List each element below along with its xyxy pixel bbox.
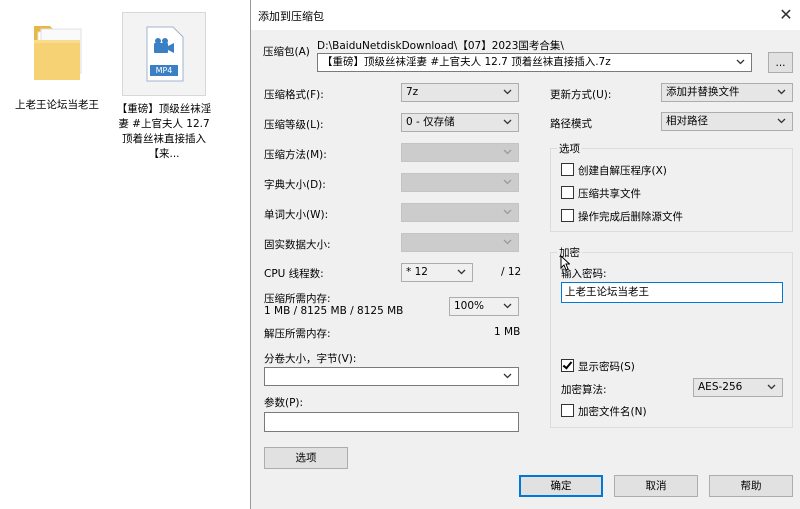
mem-comp-label: 压缩所需内存: bbox=[264, 293, 331, 305]
chevron-down-icon bbox=[503, 84, 515, 101]
show-password-checkbox[interactable]: 显示密码(S) bbox=[561, 359, 635, 374]
format-label: 压缩格式(F): bbox=[264, 89, 324, 101]
chevron-down-icon bbox=[457, 264, 469, 281]
shared-label: 压缩共享文件 bbox=[578, 188, 641, 200]
help-button[interactable]: 帮助 bbox=[709, 475, 793, 497]
method-select bbox=[401, 143, 519, 162]
format-select[interactable]: 7z bbox=[401, 83, 519, 102]
update-label: 更新方式(U): bbox=[550, 89, 612, 101]
chevron-down-icon bbox=[777, 84, 789, 101]
cpu-total: / 12 bbox=[501, 266, 522, 278]
ok-button[interactable]: 确定 bbox=[519, 475, 603, 497]
delete-label: 操作完成后删除源文件 bbox=[578, 211, 683, 223]
path-mode-label: 路径模式 bbox=[550, 118, 592, 130]
update-value: 添加并替换文件 bbox=[666, 86, 740, 98]
options-group-title: 选项 bbox=[557, 141, 582, 156]
mouse-cursor-icon bbox=[560, 254, 571, 274]
video-file-label: 【重磅】顶级丝袜淫妻 #上官夫人 12.7 顶着丝袜直接插入【来... bbox=[116, 103, 212, 160]
encrypt-method-label: 加密算法: bbox=[561, 384, 607, 396]
checkbox-icon bbox=[561, 186, 574, 199]
word-label: 单词大小(W): bbox=[264, 209, 329, 221]
cancel-button[interactable]: 取消 bbox=[614, 475, 698, 497]
checkbox-icon bbox=[561, 163, 574, 176]
dict-select bbox=[401, 173, 519, 192]
word-select bbox=[401, 203, 519, 222]
solid-label: 固实数据大小: bbox=[264, 239, 331, 251]
split-label: 分卷大小，字节(V): bbox=[264, 353, 357, 365]
cpu-value: * 12 bbox=[406, 266, 428, 278]
level-value: 0 - 仅存储 bbox=[406, 116, 455, 128]
delete-checkbox[interactable]: 操作完成后删除源文件 bbox=[561, 209, 683, 224]
archive-name-value: 【重磅】顶级丝袜淫妻 #上官夫人 12.7 顶着丝袜直接插入.7z bbox=[322, 56, 611, 68]
encrypt-method-value: AES-256 bbox=[698, 381, 743, 393]
title-bar: 添加到压缩包 ✕ bbox=[251, 0, 800, 30]
update-select[interactable]: 添加并替换文件 bbox=[661, 83, 793, 102]
chevron-down-icon bbox=[777, 113, 789, 130]
shared-checkbox[interactable]: 压缩共享文件 bbox=[561, 186, 641, 201]
dialog-title: 添加到压缩包 bbox=[258, 10, 324, 23]
cpu-label: CPU 线程数: bbox=[264, 268, 324, 280]
options-button[interactable]: 选项 bbox=[264, 447, 348, 469]
chevron-down-icon bbox=[503, 114, 515, 131]
folder-icon bbox=[28, 18, 86, 84]
mp4-badge: MP4 bbox=[155, 66, 173, 75]
chevron-down-icon bbox=[503, 174, 515, 191]
level-select[interactable]: 0 - 仅存储 bbox=[401, 113, 519, 132]
desktop-folder[interactable]: 上老王论坛当老王 bbox=[14, 18, 100, 113]
mem-comp-value: 1 MB / 8125 MB / 8125 MB bbox=[264, 305, 404, 317]
show-password-label: 显示密码(S) bbox=[578, 361, 635, 373]
encrypt-names-checkbox[interactable]: 加密文件名(N) bbox=[561, 404, 647, 419]
checkbox-icon bbox=[561, 209, 574, 222]
solid-select bbox=[401, 233, 519, 252]
params-input[interactable] bbox=[264, 412, 519, 432]
path-mode-value: 相对路径 bbox=[666, 115, 708, 127]
method-label: 压缩方法(M): bbox=[264, 149, 327, 161]
password-input[interactable]: 上老王论坛当老王 bbox=[561, 282, 783, 303]
format-value: 7z bbox=[406, 86, 419, 98]
chevron-down-icon bbox=[503, 298, 515, 315]
encrypt-names-label: 加密文件名(N) bbox=[578, 406, 647, 418]
desktop-video-file[interactable]: MP4 【重磅】顶级丝袜淫妻 #上官夫人 12.7 顶着丝袜直接插入【来... bbox=[116, 12, 212, 162]
path-mode-select[interactable]: 相对路径 bbox=[661, 112, 793, 131]
cpu-select[interactable]: * 12 bbox=[401, 263, 473, 282]
chevron-down-icon bbox=[503, 144, 515, 161]
mem-percent-select[interactable]: 100% bbox=[449, 297, 519, 316]
level-label: 压缩等级(L): bbox=[264, 119, 324, 131]
sfx-checkbox[interactable]: 创建自解压程序(X) bbox=[561, 163, 667, 178]
chevron-down-icon bbox=[736, 54, 748, 71]
archive-label: 压缩包(A) bbox=[263, 46, 310, 58]
archive-name-combo[interactable]: 【重磅】顶级丝袜淫妻 #上官夫人 12.7 顶着丝袜直接插入.7z bbox=[317, 53, 752, 72]
split-combo[interactable] bbox=[264, 367, 519, 386]
params-label: 参数(P): bbox=[264, 397, 304, 409]
sfx-label: 创建自解压程序(X) bbox=[578, 165, 667, 177]
browse-button[interactable]: ... bbox=[768, 52, 793, 73]
chevron-down-icon bbox=[503, 368, 515, 385]
archive-path: D:\BaiduNetdiskDownload\【07】2023国考合集\ bbox=[317, 40, 564, 52]
chevron-down-icon bbox=[767, 379, 779, 396]
encrypt-method-select[interactable]: AES-256 bbox=[693, 378, 783, 397]
dict-label: 字典大小(D): bbox=[264, 179, 326, 191]
folder-label: 上老王论坛当老王 bbox=[15, 99, 99, 111]
checkbox-icon bbox=[561, 404, 574, 417]
mem-decomp-label: 解压所需内存: bbox=[264, 328, 331, 340]
mem-decomp-value: 1 MB bbox=[494, 326, 521, 338]
close-button[interactable]: ✕ bbox=[771, 0, 800, 30]
chevron-down-icon bbox=[503, 204, 515, 221]
mem-percent-value: 100% bbox=[454, 300, 485, 312]
video-file-icon: MP4 bbox=[122, 12, 206, 96]
add-to-archive-dialog: 添加到压缩包 ✕ 压缩包(A) D:\BaiduNetdiskDownload\… bbox=[250, 0, 800, 509]
chevron-down-icon bbox=[503, 234, 515, 251]
checkbox-checked-icon bbox=[561, 359, 574, 372]
